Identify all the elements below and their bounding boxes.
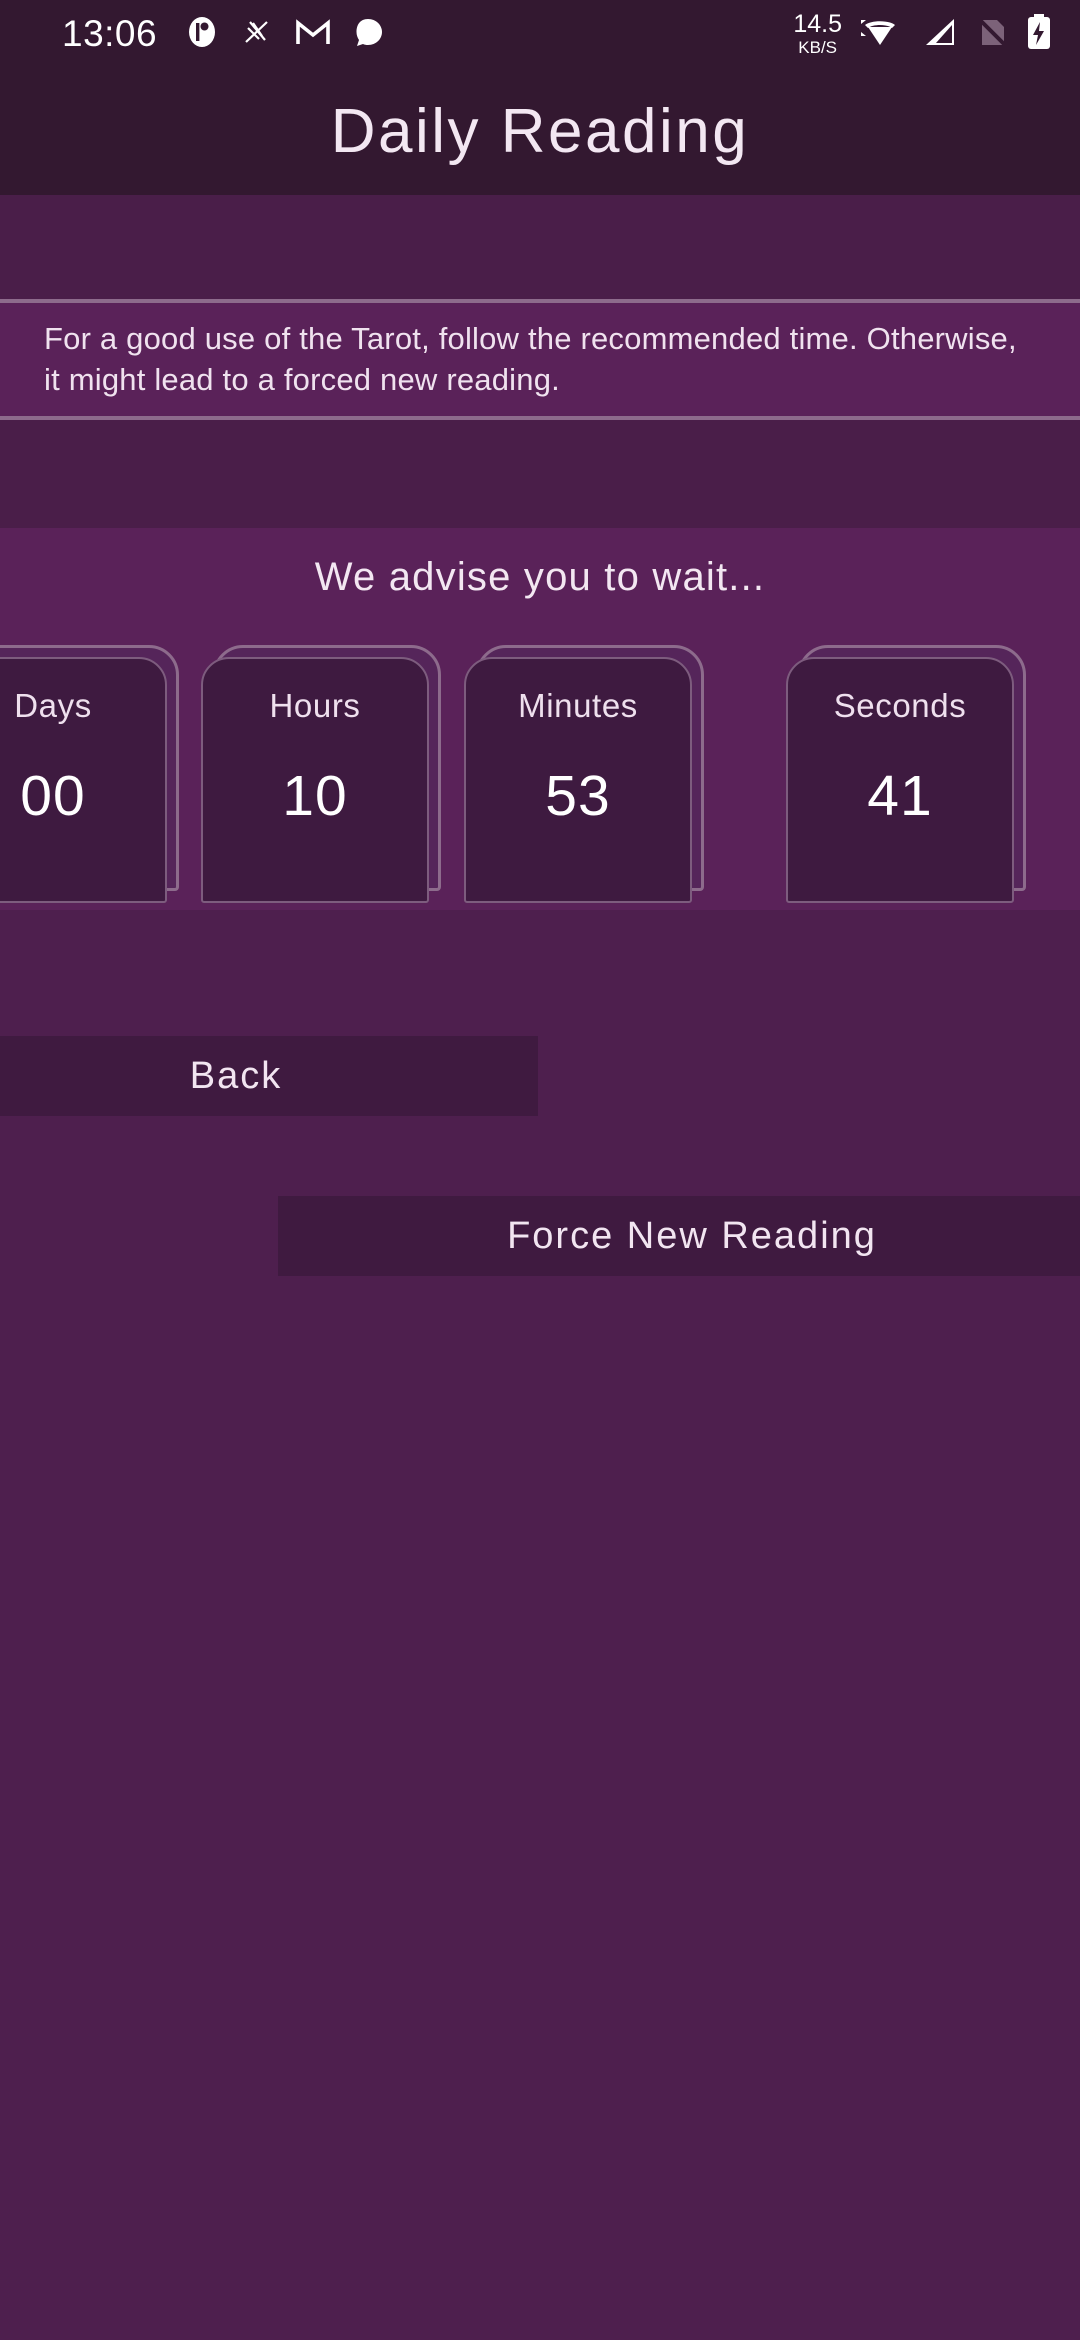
sim-off-icon <box>975 15 1009 54</box>
texture-band-upper <box>0 195 1080 303</box>
countdown-label: Minutes <box>518 687 638 724</box>
countdown-cell-minutes: Minutes 53 <box>464 645 704 903</box>
status-system-icons: 14.5 KB/S <box>793 12 1052 56</box>
countdown-label: Days <box>14 687 92 724</box>
countdown-card: Seconds 41 <box>786 657 1014 903</box>
gmail-icon <box>295 17 331 52</box>
countdown-heading: We advise you to wait... <box>314 555 766 599</box>
texture-band-middle <box>0 420 1080 528</box>
app-header: Daily Reading <box>0 68 1080 195</box>
cellular-signal-icon <box>922 16 958 53</box>
divider-top <box>0 299 1080 303</box>
network-speed-value: 14.5 <box>793 10 842 38</box>
battery-charging-icon <box>1026 13 1052 55</box>
countdown-card: Hours 10 <box>201 657 429 903</box>
countdown-cell-days: Days 00 <box>0 645 179 903</box>
countdown-cell-hours: Hours 10 <box>201 645 441 903</box>
countdown-value: 53 <box>545 764 611 828</box>
app-screen: 13:06 14.5 KB/S Daily Reading For a good… <box>0 0 1080 2340</box>
wifi-icon <box>859 15 905 54</box>
countdown-card: Days 00 <box>0 657 167 903</box>
scissors-app-icon <box>241 16 273 53</box>
recommendation-text: For a good use of the Tarot, follow the … <box>44 320 1017 397</box>
countdown-value: 00 <box>20 764 86 828</box>
network-speed-indicator: 14.5 KB/S <box>793 10 842 57</box>
page-title: Daily Reading <box>330 97 750 166</box>
network-speed-unit: KB/S <box>798 38 838 57</box>
countdown-label: Seconds <box>833 687 967 724</box>
countdown-label: Hours <box>269 687 361 724</box>
back-button[interactable]: Back <box>0 1036 538 1116</box>
messenger-icon <box>353 16 383 53</box>
texture-band-lower <box>0 910 1080 2340</box>
recommendation-panel: For a good use of the Tarot, follow the … <box>0 303 1080 416</box>
status-clock: 13:06 <box>62 13 158 54</box>
pocketcasts-icon <box>185 15 219 54</box>
countdown-card: Minutes 53 <box>464 657 692 903</box>
divider-bottom <box>0 416 1080 420</box>
status-bar: 13:06 14.5 KB/S <box>0 0 1080 68</box>
countdown-timer: Days 00 Hours 10 Minutes 53 Seconds 41 <box>0 645 1080 910</box>
countdown-value: 10 <box>282 764 348 828</box>
force-new-reading-button[interactable]: Force New Reading <box>278 1196 1080 1276</box>
countdown-cell-seconds: Seconds 41 <box>786 645 1026 903</box>
countdown-value: 41 <box>867 764 933 828</box>
status-notification-icons <box>185 15 383 54</box>
